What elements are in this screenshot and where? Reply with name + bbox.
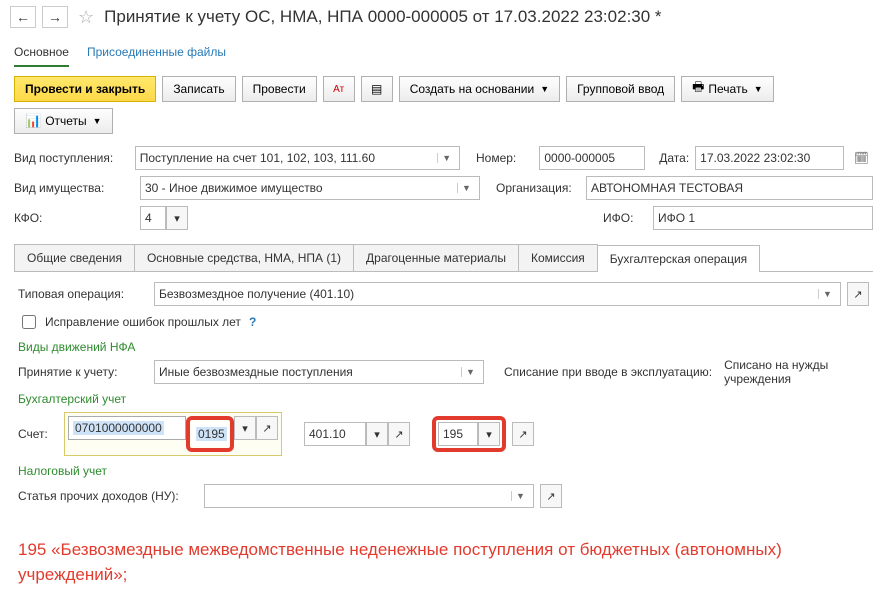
account1-group: 0701000000000 0195 ▾ ↗	[64, 412, 282, 456]
save-button[interactable]: Записать	[162, 76, 235, 102]
post-button[interactable]: Провести	[242, 76, 317, 102]
highlight-account1-tail: 0195	[186, 416, 234, 452]
ifo-label: ИФО:	[603, 211, 647, 225]
form-area: Вид поступления: Поступление на счет 101…	[0, 142, 887, 240]
property-type-field[interactable]: 30 - Иное движимое имущество▼	[140, 176, 480, 200]
account-label: Счет:	[18, 427, 58, 441]
section-tabs: Основное Присоединенные файлы	[0, 35, 887, 68]
account3-field[interactable]: 195	[438, 422, 478, 446]
ifo-field[interactable]: ИФО 1	[653, 206, 873, 230]
account2-field[interactable]: 401.10	[304, 422, 366, 446]
chevron-down-icon[interactable]: ▼	[818, 289, 836, 299]
forward-button[interactable]: →	[42, 6, 68, 28]
account3-group: 195 ▾	[438, 422, 500, 446]
chevron-down-icon[interactable]: ▾	[478, 422, 500, 446]
report-icon: 📊	[25, 113, 41, 129]
chevron-down-icon[interactable]: ▾	[366, 422, 388, 446]
action-bar: Провести и закрыть Записать Провести Ат …	[0, 68, 887, 142]
list-button[interactable]: ▤	[361, 76, 393, 102]
date-label: Дата:	[651, 151, 689, 165]
tab-general[interactable]: Общие сведения	[14, 244, 135, 271]
open-button[interactable]: ↗	[388, 422, 410, 446]
detail-tabs: Общие сведения Основные средства, НМА, Н…	[14, 244, 873, 272]
org-label: Организация:	[496, 181, 580, 195]
list-icon: ▤	[371, 82, 382, 96]
section-main[interactable]: Основное	[14, 39, 69, 67]
help-icon[interactable]: ?	[249, 315, 256, 329]
correction-label: Исправление ошибок прошлых лет	[45, 315, 241, 329]
income-item-label: Статья прочих доходов (НУ):	[18, 489, 198, 503]
section-attached[interactable]: Присоединенные файлы	[87, 39, 226, 67]
back-button[interactable]: ←	[10, 6, 36, 28]
property-type-label: Вид имущества:	[14, 181, 134, 195]
open-button[interactable]: ↗	[256, 416, 278, 440]
correction-checkbox[interactable]	[22, 315, 36, 329]
highlight-account3: 195 ▾	[432, 416, 506, 452]
tab-commission[interactable]: Комиссия	[518, 244, 598, 271]
favorite-icon[interactable]: ☆	[78, 7, 94, 28]
tab-fixed-assets[interactable]: Основные средства, НМА, НПА (1)	[134, 244, 354, 271]
account2-group: 401.10 ▾ ↗	[304, 422, 410, 446]
nfa-header: Виды движений НФА	[18, 340, 869, 354]
kfo-label: КФО:	[14, 211, 134, 225]
chevron-down-icon[interactable]: ▾	[234, 416, 256, 440]
post-and-close-button[interactable]: Провести и закрыть	[14, 76, 156, 102]
title-bar: ← → ☆ Принятие к учету ОС, НМА, НПА 0000…	[0, 0, 887, 35]
chevron-down-icon[interactable]: ▼	[457, 183, 475, 193]
tab-precious[interactable]: Драгоценные материалы	[353, 244, 519, 271]
chevron-down-icon[interactable]: ▼	[461, 367, 479, 377]
org-field[interactable]: АВТОНОМНАЯ ТЕСТОВАЯ	[586, 176, 873, 200]
annotation-text: 195 «Безвозмездные межведомственные неде…	[0, 524, 887, 597]
chevron-down-icon[interactable]: ▼	[437, 153, 455, 163]
tax-header: Налоговый учет	[18, 464, 869, 478]
open-button[interactable]: ↗	[540, 484, 562, 508]
typical-op-field[interactable]: Безвозмездное получение (401.10)▼	[154, 282, 841, 306]
accept-label: Принятие к учету:	[18, 365, 148, 379]
kfo-field[interactable]: 4 ▾	[140, 206, 188, 230]
chevron-down-icon[interactable]: ▾	[166, 206, 188, 230]
create-based-button[interactable]: Создать на основании▼	[399, 76, 560, 102]
writeoff-label: Списание при вводе в эксплуатацию:	[504, 365, 712, 379]
calendar-icon[interactable]: 🗓	[850, 151, 873, 165]
chevron-down-icon[interactable]: ▼	[511, 491, 529, 501]
writeoff-field[interactable]: Списано на нужды учреждения	[718, 360, 869, 384]
account1-field[interactable]: 0701000000000	[68, 416, 186, 440]
number-field[interactable]: 0000-000005	[539, 146, 645, 170]
acc-header: Бухгалтерский учет	[18, 392, 869, 406]
income-item-field[interactable]: ▼	[204, 484, 534, 508]
account1-tail[interactable]: 0195	[192, 422, 228, 446]
group-input-button[interactable]: Групповой ввод	[566, 76, 675, 102]
date-field[interactable]: 17.03.2022 23:02:30	[695, 146, 844, 170]
accounting-tab-content: Типовая операция: Безвозмездное получени…	[0, 272, 887, 524]
receipt-type-field[interactable]: Поступление на счет 101, 102, 103, 111.6…	[135, 146, 460, 170]
accept-field[interactable]: Иные безвозмездные поступления▼	[154, 360, 484, 384]
tab-accounting[interactable]: Бухгалтерская операция	[597, 245, 760, 272]
dt-kt-button[interactable]: Ат	[323, 76, 355, 102]
page-title: Принятие к учету ОС, НМА, НПА 0000-00000…	[104, 7, 661, 27]
reports-button[interactable]: 📊Отчеты▼	[14, 108, 113, 134]
open-button[interactable]: ↗	[847, 282, 869, 306]
open-button[interactable]: ↗	[512, 422, 534, 446]
printer-icon: 🖶	[692, 78, 704, 100]
number-label: Номер:	[476, 151, 533, 165]
receipt-type-label: Вид поступления:	[14, 151, 129, 165]
typical-op-label: Типовая операция:	[18, 287, 148, 301]
print-button[interactable]: 🖶Печать▼	[681, 76, 774, 102]
